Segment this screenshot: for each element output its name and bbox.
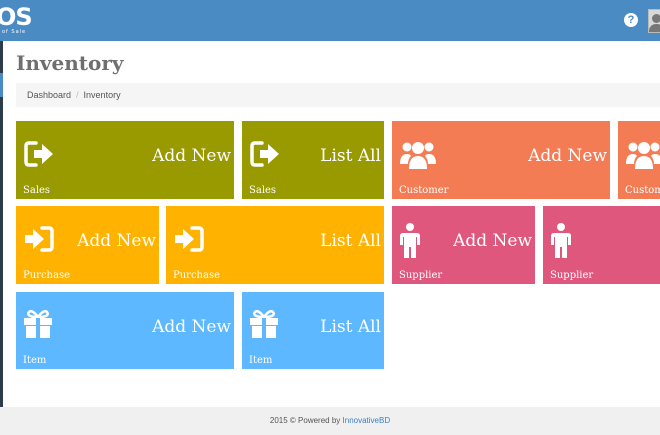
tile-caption: Item <box>23 355 47 366</box>
avatar-body <box>649 24 660 32</box>
users-icon <box>626 142 660 169</box>
sign-out-icon <box>24 141 53 167</box>
tile-caption: Sales <box>249 185 277 196</box>
breadcrumb: Dashboard / Inventory <box>16 83 660 107</box>
sign-in-icon <box>175 226 204 252</box>
tile-purchase-list-all[interactable]: List All Purchase <box>166 206 384 284</box>
avatar-head <box>652 14 660 23</box>
sign-in-icon <box>25 226 54 252</box>
sign-out-icon <box>250 141 279 167</box>
tile-caption: Supplier <box>550 270 594 281</box>
tile-action-label: Add New <box>152 146 231 166</box>
user-avatar-icon[interactable] <box>648 9 660 33</box>
male-icon <box>400 223 420 258</box>
tile-item-add-new[interactable]: Add New Item <box>16 292 234 369</box>
gift-icon <box>250 309 278 338</box>
tile-action-label: Add New <box>453 231 532 251</box>
tile-supplier-add-new[interactable]: Add New Supplier <box>392 206 535 284</box>
tile-customer-list-all[interactable]: Custom <box>618 121 660 199</box>
question-circle-icon[interactable]: ? <box>624 13 638 27</box>
sidebar-active-item[interactable] <box>0 73 3 97</box>
tile-action-label: List All <box>320 146 381 166</box>
tile-sales-list-all[interactable]: List All Sales <box>242 121 384 199</box>
users-icon <box>400 142 436 169</box>
tile-sales-add-new[interactable]: Add New Sales <box>16 121 234 199</box>
tile-caption: Sales <box>23 185 51 196</box>
tile-action-label: List All <box>320 231 381 251</box>
footer-link[interactable]: InnovativeBD <box>343 416 391 425</box>
gift-icon <box>24 309 52 338</box>
tile-item-list-all[interactable]: List All Item <box>242 292 384 369</box>
tile-caption: Purchase <box>23 270 71 281</box>
tile-supplier-list-all[interactable]: Supplier <box>543 206 660 284</box>
tile-customer-add-new[interactable]: Add New Customer <box>392 121 610 199</box>
footer-text: 2015 © Powered by <box>269 416 341 425</box>
top-navbar: OS of Sale ? <box>0 0 660 41</box>
tile-caption: Custom <box>625 185 660 196</box>
tile-action-label: List All <box>320 317 381 337</box>
breadcrumb-dashboard-link[interactable]: Dashboard <box>27 90 71 100</box>
male-icon <box>551 223 571 258</box>
logo-text: OS <box>0 3 33 31</box>
app-logo[interactable]: OS of Sale <box>0 0 40 41</box>
tile-action-label: Add New <box>528 146 607 166</box>
page-footer: 2015 © Powered by InnovativeBD <box>0 407 660 435</box>
tile-purchase-add-new[interactable]: Add New Purchase <box>16 206 159 284</box>
breadcrumb-separator: / <box>76 90 79 100</box>
tile-action-label: Add New <box>152 317 231 337</box>
tile-caption: Customer <box>399 185 449 196</box>
tile-caption: Supplier <box>399 270 443 281</box>
tile-caption: Item <box>249 355 273 366</box>
breadcrumb-current: Inventory <box>83 90 121 100</box>
tile-caption: Purchase <box>173 270 221 281</box>
page-title: Inventory <box>16 51 124 75</box>
tile-action-label: Add New <box>77 231 156 251</box>
logo-subtitle: of Sale <box>2 29 27 35</box>
